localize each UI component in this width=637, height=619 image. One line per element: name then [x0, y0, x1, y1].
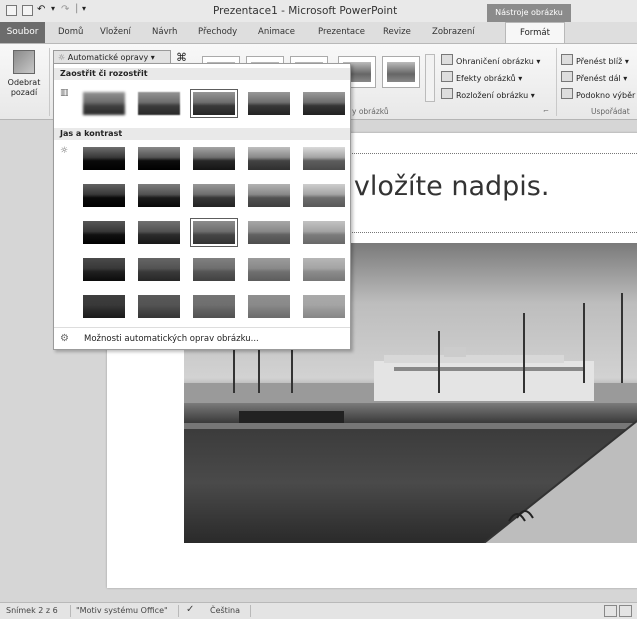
brightness-contrast-preset-thumb[interactable] [190, 181, 238, 210]
sun-icon: ☼ [58, 53, 66, 62]
send-backward-icon [561, 71, 573, 82]
ribbon-separator [49, 48, 50, 116]
brightness-contrast-preset-thumb[interactable] [135, 218, 183, 247]
brightness-contrast-preset-thumb[interactable] [245, 255, 293, 284]
brightness-contrast-preset-thumb[interactable] [245, 181, 293, 210]
picture-style-thumb[interactable] [382, 56, 420, 88]
brightness-contrast-preset-thumb[interactable] [300, 255, 348, 284]
sharpen-preset-thumb[interactable] [135, 89, 183, 118]
brightness-contrast-preset-thumb[interactable] [80, 292, 128, 321]
selection-pane-button[interactable]: Podokno výběr [561, 88, 637, 100]
group-label-picture-styles: y obrázků [352, 107, 389, 116]
brightness-contrast-preset-thumb[interactable] [190, 292, 238, 321]
undo-dropdown-icon[interactable]: ▾ [51, 4, 55, 13]
status-bar: Snímek 2 z 6 "Motiv systému Office" ✓ Če… [0, 602, 637, 619]
corrections-label: Automatické opravy ▾ [67, 53, 155, 62]
brightness-contrast-preset-thumb[interactable] [300, 181, 348, 210]
undo-icon[interactable]: ↶ [37, 4, 45, 15]
brightness-contrast-preset-thumb[interactable] [245, 144, 293, 173]
sharpen-preset-thumb[interactable] [245, 89, 293, 118]
brightness-contrast-preset-thumb[interactable] [245, 292, 293, 321]
brightness-contrast-preset-thumb[interactable] [135, 255, 183, 284]
brightness-contrast-preset-thumb[interactable] [80, 255, 128, 284]
dialog-launcher-icon[interactable]: ⌐ [543, 107, 549, 115]
correction-options-item[interactable]: ⚙ Možnosti automatických oprav obrázku..… [54, 327, 350, 350]
selection-pane-icon [561, 88, 573, 99]
correction-options-label: Možnosti automatických oprav obrázku... [84, 334, 259, 344]
spellcheck-icon[interactable]: ✓ [186, 604, 194, 615]
brightness-contrast-header: Jas a kontrast [54, 128, 350, 140]
theme-name[interactable]: "Motiv systému Office" [76, 606, 168, 615]
slide-sorter-icon[interactable] [619, 605, 632, 617]
sharpen-preset-thumb[interactable] [300, 89, 348, 118]
brightness-contrast-preset-thumb[interactable] [80, 144, 128, 173]
brightness-contrast-preset-thumb[interactable] [300, 144, 348, 173]
group-label-arrange: Uspořádat [591, 107, 630, 116]
tab-home[interactable]: Domů [58, 27, 83, 37]
brightness-contrast-preset-thumb[interactable] [135, 181, 183, 210]
tab-design[interactable]: Návrh [152, 27, 177, 37]
bring-forward-button[interactable]: Přenést blíž ▾ [561, 54, 629, 66]
bring-forward-icon [561, 54, 573, 65]
brightness-contrast-preset-thumb[interactable] [190, 144, 238, 173]
sharpen-soften-header: Zaostřit či rozostřit [54, 68, 350, 80]
language-indicator[interactable]: Čeština [210, 606, 240, 615]
sharpen-preset-thumb[interactable] [190, 89, 238, 118]
remove-background-button[interactable]: Odebrat pozadí [4, 50, 44, 110]
remove-background-label-line1: Odebrat [7, 78, 41, 87]
brightness-contrast-preset-thumb[interactable] [245, 218, 293, 247]
brightness-icon: ☼ [60, 146, 69, 156]
tab-slideshow[interactable]: Prezentace [318, 27, 365, 37]
save-icon[interactable] [22, 5, 33, 16]
normal-view-icon[interactable] [604, 605, 617, 617]
brightness-contrast-preset-thumb[interactable] [80, 218, 128, 247]
picture-effects-button[interactable]: Efekty obrázků ▾ [441, 71, 522, 83]
customize-qat-icon[interactable]: ▾ [82, 4, 86, 13]
picture-effects-icon [441, 71, 453, 82]
correction-options-icon: ⚙ [60, 333, 69, 344]
brightness-contrast-preset-thumb[interactable] [135, 144, 183, 173]
send-backward-button[interactable]: Přenést dál ▾ [561, 71, 627, 83]
brightness-contrast-preset-thumb[interactable] [300, 218, 348, 247]
picture-border-button[interactable]: Ohraničení obrázku ▾ [441, 54, 540, 66]
tab-format[interactable]: Formát [505, 22, 565, 43]
gallery-scroll[interactable] [425, 54, 435, 102]
window-title: Prezentace1 - Microsoft PowerPoint [213, 5, 398, 17]
slide-title-text[interactable]: m vložíte nadpis. [319, 171, 549, 202]
ribbon-separator [556, 48, 557, 116]
tab-review[interactable]: Revize [383, 27, 411, 37]
picture-tools-context-tab: Nástroje obrázku [487, 4, 571, 22]
brightness-contrast-preset-thumb[interactable] [300, 292, 348, 321]
picture-layout-icon [441, 88, 453, 99]
remove-background-label-line2: pozadí [10, 88, 38, 97]
picture-layout-button[interactable]: Rozložení obrázku ▾ [441, 88, 535, 100]
tab-view[interactable]: Zobrazení [432, 27, 475, 37]
qat-separator: | [75, 3, 79, 14]
sharpen-preset-thumb[interactable] [80, 89, 128, 118]
title-bar: ↶ ▾ ↷ | ▾ Prezentace1 - Microsoft PowerP… [0, 0, 637, 22]
tab-insert[interactable]: Vložení [100, 27, 131, 37]
tab-file[interactable]: Soubor [0, 22, 45, 43]
powerpoint-app-icon[interactable] [6, 5, 17, 16]
tab-transitions[interactable]: Přechody [198, 27, 237, 37]
slide-counter: Snímek 2 z 6 [6, 606, 58, 615]
brightness-contrast-preset-thumb[interactable] [190, 255, 238, 284]
corrections-dropdown: Zaostřit či rozostřit ▥ Jas a kontrast ☼… [53, 63, 351, 350]
ribbon-tabs: Soubor Domů Vložení Návrh Přechody Anima… [0, 22, 637, 44]
sharpen-icon: ▥ [60, 88, 69, 98]
picture-border-icon [441, 54, 453, 65]
redo-icon[interactable]: ↷ [61, 4, 69, 15]
remove-background-icon [13, 50, 35, 74]
brightness-contrast-preset-thumb[interactable] [190, 218, 238, 247]
brightness-contrast-preset-thumb[interactable] [135, 292, 183, 321]
brightness-contrast-preset-thumb[interactable] [80, 181, 128, 210]
tab-animations[interactable]: Animace [258, 27, 295, 37]
